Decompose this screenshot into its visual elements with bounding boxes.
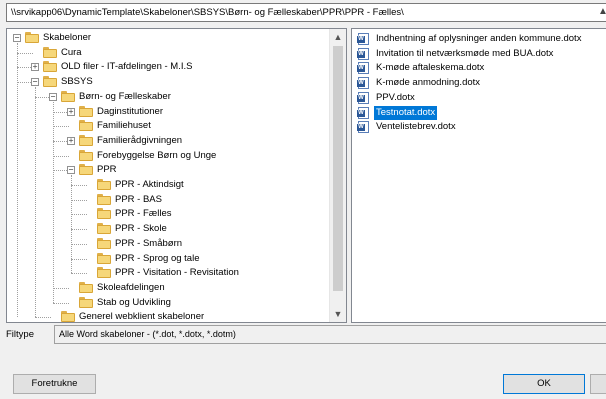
scroll-down-icon[interactable]: ▼ [330,306,346,322]
expand-icon[interactable]: + [67,107,75,116]
file-item-label: Invitation til netværksmøde med BUA.dotx [376,47,554,59]
tree-connector [71,243,87,245]
tree-connector [71,273,87,275]
folder-icon [97,252,111,264]
file-item-label: Indhentning af oplysninger anden kommune… [376,33,582,44]
folder-icon [79,281,93,293]
path-dropdown-arrow-icon[interactable]: ▲ [598,6,606,17]
tree-item-label: Børn- og Fælleskaber [79,90,171,102]
word-document-icon: W [357,91,369,104]
tree-connector [53,126,69,128]
folder-icon [97,193,111,205]
tree-connector [53,302,69,304]
tree-connector [35,317,51,319]
scroll-thumb[interactable] [333,46,343,291]
expand-icon[interactable]: + [31,63,39,72]
tree-item-label: PPR - Fælles [115,208,172,220]
file-item-label: Ventelistebrev.dotx [376,121,456,133]
tree-connector [71,185,87,186]
tree-item-label: Cura [61,46,82,58]
word-document-icon: W [357,47,369,60]
tree-item-label: Daginstitutioner [97,105,164,117]
word-document-icon: W [357,77,369,90]
file-item-label: K-møde anmodning.dotx [376,77,481,89]
tree-connector [53,155,69,157]
word-document-icon: W [357,121,369,134]
folder-icon [61,90,75,102]
file-list[interactable]: W Indhentning af oplysninger anden kommun… [351,28,606,323]
filetype-select[interactable]: Alle Word skabeloner - (*.dot, *.dotx, *… [54,325,606,344]
tree-item-label: PPR - Visitation - Revisitation [115,267,239,279]
folder-icon [97,208,111,220]
tree-item-label: PPR - Skole [115,223,167,235]
tree-connector [71,214,87,216]
filetype-label: Filtype [6,329,34,340]
file-item-label: K-møde aftaleskema.dotx [376,62,485,74]
tree-item-label: Generel webklient skabeloner [79,311,205,323]
folder-icon [79,164,93,176]
path-field[interactable]: \\srvikapp06\DynamicTemplate\Skabeloner\… [6,3,606,22]
cancel-button-partial[interactable] [590,374,606,394]
folder-icon [97,223,111,235]
folder-icon [43,76,57,88]
folder-icon [79,134,93,146]
word-document-icon: W [357,33,369,45]
tree-item-label: PPR - Småbørn [115,237,183,249]
tree-connector [71,199,87,201]
folder-icon [79,120,93,132]
tree-item-label: OLD filer - IT-afdelingen - M.I.S [61,61,193,73]
tree-guide-line [35,87,36,318]
tree-item-label: SBSYS [61,76,93,88]
tree-connector [71,258,87,260]
collapse-icon[interactable]: − [31,78,39,87]
folder-icon [43,61,57,73]
tree-vertical-scrollbar[interactable]: ▲ ▼ [329,29,346,322]
tree-item-label: PPR - Aktindsigt [115,179,184,190]
folder-icon [97,267,111,279]
tree-guide-line [71,175,72,274]
folder-icon [61,311,75,322]
tree-item-label: PPR - Sprog og tale [115,252,200,264]
folder-icon [79,105,93,117]
tree-guide-line [53,101,54,303]
folder-icon [25,32,39,43]
tree-connector [71,229,87,231]
expand-icon[interactable]: + [67,136,75,145]
favorites-button[interactable]: Foretrukne [13,374,96,394]
file-item-label: Testnotat.dotx [374,105,438,120]
tree-item-label: PPR [97,164,117,176]
collapse-icon[interactable]: − [67,166,75,175]
word-document-icon: W [357,62,369,75]
tree-connector [17,52,33,54]
folder-icon [79,296,93,308]
folder-icon [97,237,111,249]
tree-item-label: Forebyggelse Børn og Unge [97,149,217,161]
tree-item-label: PPR - BAS [115,193,162,205]
tree-item-label: Skoleafdelingen [97,281,165,293]
file-item-label: PPV.dotx [376,91,415,103]
folder-icon [97,179,111,190]
ok-button[interactable]: OK [503,374,585,394]
scroll-up-icon[interactable]: ▲ [330,29,346,45]
tree-item-label: Familierådgivningen [97,134,183,146]
collapse-icon[interactable]: − [49,92,57,101]
word-document-icon: W [357,106,369,119]
folder-icon [79,149,93,161]
tree-item-label: Familiehuset [97,120,151,132]
collapse-icon[interactable]: − [13,34,21,42]
tree-item-label: Stab og Udvikling [97,296,171,308]
tree-guide-line [17,43,18,318]
folder-icon [43,46,57,58]
folder-tree[interactable]: − Skabeloner Cura + OLD filer - IT-afdelinge… [6,28,347,323]
tree-connector [53,287,69,289]
tree-item-label: Skabeloner [43,32,92,43]
